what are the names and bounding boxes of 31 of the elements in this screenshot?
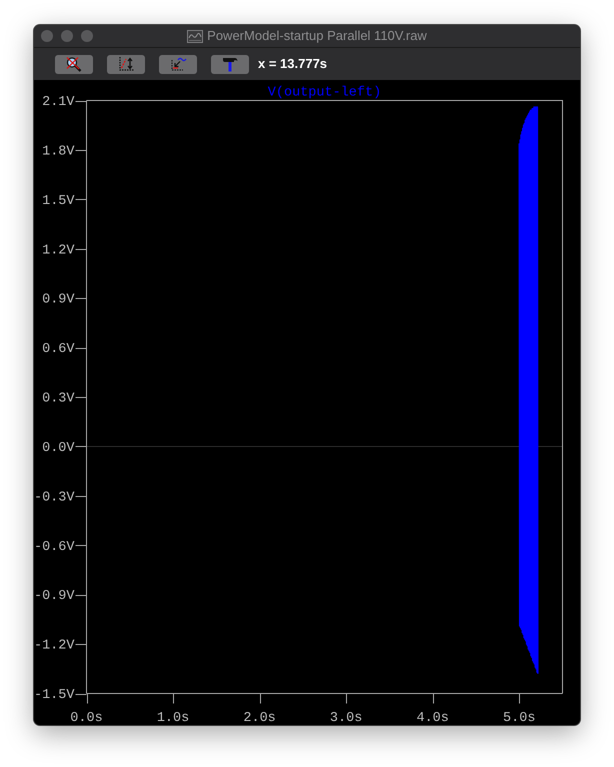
y-tick-label: 0.6V [42, 342, 74, 358]
cursor-readout: x = 13.777s [258, 55, 328, 74]
close-button[interactable] [41, 30, 53, 42]
y-tick-label: 0.0V [42, 440, 74, 456]
x-tick-label: 5.0s [503, 711, 536, 725]
y-tick-label: 1.5V [42, 194, 74, 209]
y-tick-label: 1.2V [42, 243, 74, 258]
y-tick-label: -0.9V [34, 589, 74, 604]
x-tick-label: 0.0s [70, 711, 103, 725]
y-tick-label: 2.1V [42, 95, 74, 110]
axes-arrows-icon [117, 56, 135, 72]
window-title: PowerModel-startup Parallel 110V.raw [207, 27, 427, 46]
axes-curve-arrow-icon [169, 56, 187, 72]
toolbar-button[interactable] [55, 54, 93, 74]
y-tick-label: 0.9V [42, 292, 74, 308]
waveform-document-icon [187, 30, 204, 42]
trace-label: V(output-left) [268, 86, 382, 100]
y-tick-label: -1.2V [34, 638, 74, 654]
x-tick-label: 2.0s [243, 711, 276, 725]
y-tick-label: -0.6V [34, 540, 74, 555]
y-tick-label: 0.3V [42, 392, 74, 406]
x-tick-label: 3.0s [330, 711, 362, 725]
x-tick-label: 4.0s [416, 711, 449, 725]
y-tick-label: 1.8V [42, 144, 74, 160]
y-tick-label: -1.5V [34, 688, 74, 703]
zoom-button[interactable] [81, 30, 93, 42]
x-tick-label: 1.0s [156, 711, 190, 725]
hammer-icon [221, 56, 239, 72]
minimize-button[interactable] [61, 30, 73, 42]
magnifier-crossed-icon [65, 56, 83, 72]
y-tick-label: -0.3V [34, 490, 74, 506]
